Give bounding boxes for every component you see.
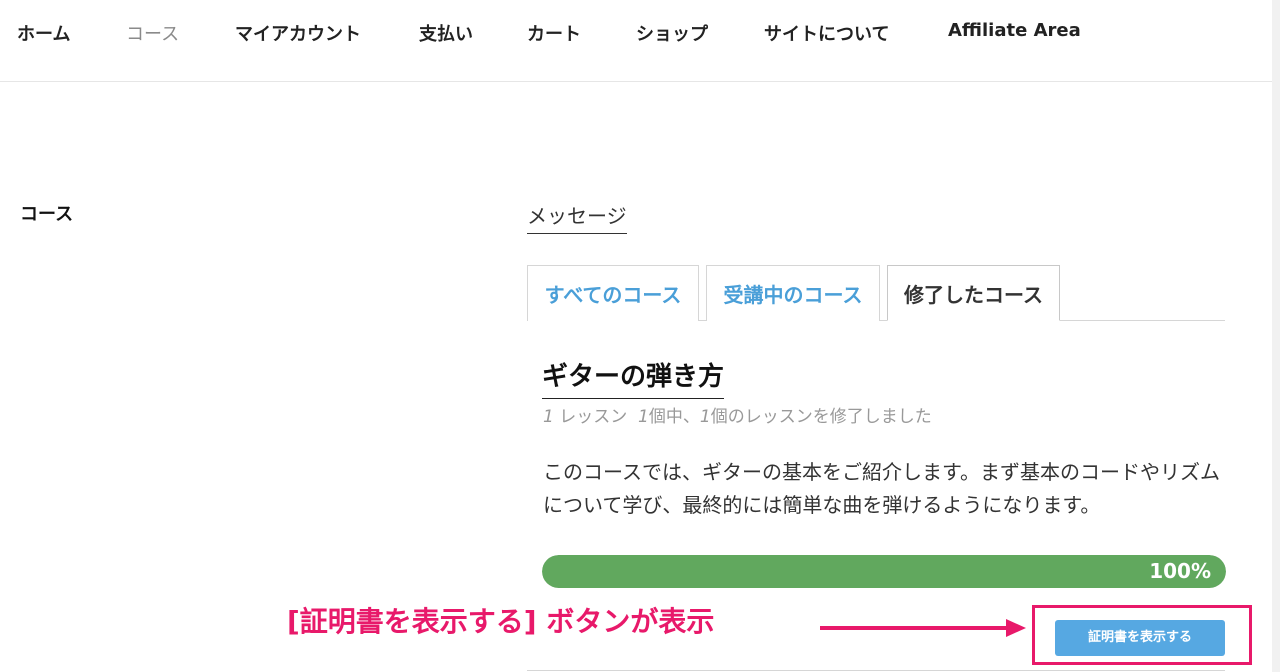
tab-active-courses[interactable]: 受講中のコース xyxy=(706,265,880,321)
nav-item-about[interactable]: サイトについて xyxy=(764,20,889,46)
progress-label: 100% xyxy=(1149,559,1211,583)
course-title[interactable]: ギターの弾き方 xyxy=(542,356,725,399)
sidebar-title: コース xyxy=(20,204,74,225)
completed-count: 1 xyxy=(699,407,711,427)
tab-label: 受講中のコース xyxy=(723,283,863,307)
tab-all-courses[interactable]: すべてのコース xyxy=(527,265,699,321)
tab-label: 修了したコース xyxy=(904,283,1043,307)
annotation-arrow-icon xyxy=(820,619,1026,637)
messages-link[interactable]: メッセージ xyxy=(527,200,627,234)
completed-suffix: 個のレッスンを修了しました xyxy=(710,407,932,427)
nav-item-shop[interactable]: ショップ xyxy=(636,20,708,46)
scrollbar[interactable] xyxy=(1272,0,1280,672)
lessons-count: 1 xyxy=(543,407,554,427)
lessons-label: レッスン xyxy=(553,407,628,427)
top-navigation: ホーム コース マイアカウント 支払い カート ショップ サイトについて Aff… xyxy=(0,0,1272,82)
nav-item-courses[interactable]: コース xyxy=(126,20,179,46)
nav-item-payments[interactable]: 支払い xyxy=(419,20,473,46)
content-divider xyxy=(527,670,1225,671)
progress-fill: 100% xyxy=(542,555,1226,588)
annotation-text: [証明書を表示する] ボタンが表示 xyxy=(287,605,715,638)
nav-item-cart[interactable]: カート xyxy=(527,20,581,46)
course-progress-bar: 100% xyxy=(542,555,1226,588)
completed-of: 1 xyxy=(638,407,649,427)
completed-mid: 個中、 xyxy=(648,407,700,427)
nav-item-affiliate-area[interactable]: Affiliate Area xyxy=(948,20,1081,41)
tab-completed-courses[interactable]: 修了したコース xyxy=(887,265,1060,321)
course-description: このコースでは、ギターの基本をご紹介します。まず基本のコードやリズムについて学び… xyxy=(543,460,1220,517)
nav-item-my-account[interactable]: マイアカウント xyxy=(235,20,361,46)
course-lesson-summary: 1 レッスン 1個中、1個のレッスンを修了しました xyxy=(543,402,932,427)
tab-label: すべてのコース xyxy=(544,283,682,307)
nav-item-home[interactable]: ホーム xyxy=(17,20,70,46)
view-certificate-button[interactable]: 証明書を表示する xyxy=(1055,620,1225,656)
